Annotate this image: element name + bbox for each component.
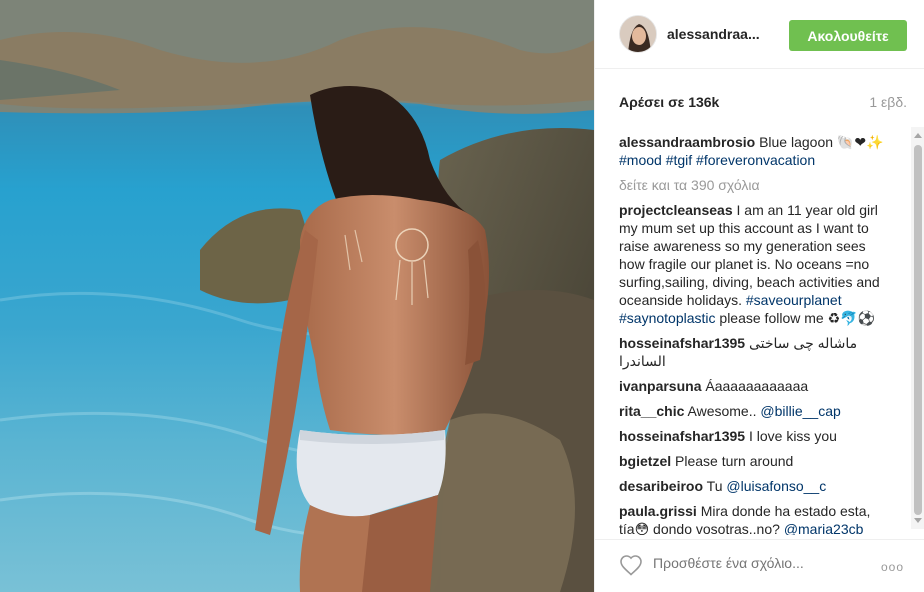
comment-username[interactable]: hosseinafshar1395 (619, 428, 745, 444)
comment-username[interactable]: ivanparsuna (619, 378, 701, 394)
comment-tail: please follow me ♻🐬⚽ (719, 310, 875, 326)
comment-text: I love kiss you (748, 428, 837, 444)
list-item: desaribeiroo Tu @luisafonso__c (619, 477, 889, 495)
comment-text: Áaaaaaaaaaaaa (705, 378, 809, 394)
likes-row: Αρέσει σε 136k 1 εβδ. (619, 94, 907, 114)
comment-text: Awesome.. (687, 403, 757, 419)
follow-button[interactable]: Ακολουθείτε (789, 20, 907, 51)
list-item: hosseinafshar1395 ماشاله چی ساختی الساند… (619, 334, 889, 370)
list-item: rita__chic Awesome.. @billie__cap (619, 402, 889, 420)
comment-username[interactable]: hosseinafshar1395 (619, 335, 745, 351)
scroll-down-arrow-icon[interactable] (914, 518, 922, 523)
scroll-up-arrow-icon[interactable] (914, 133, 922, 138)
caption-text: Blue lagoon 🐚❤✨ (759, 134, 884, 150)
post-details-panel: alessandraa... Ακολουθείτε Αρέσει σε 136… (594, 0, 924, 592)
comment-link[interactable]: @maria23cb (784, 521, 864, 535)
comment-link[interactable]: @luisafonso__c (726, 478, 826, 494)
view-all-comments-link[interactable]: δείτε και τα 390 σχόλια (619, 176, 889, 194)
comment-username[interactable]: projectcleanseas (619, 202, 733, 218)
list-item: projectcleanseas I am an 11 year old gir… (619, 201, 889, 327)
comment-username[interactable]: paula.grissi (619, 503, 697, 519)
caption-hashtags[interactable]: #mood #tgif #foreveronvacation (619, 152, 815, 168)
post-time[interactable]: 1 εβδ. (869, 94, 907, 110)
avatar[interactable] (619, 15, 657, 53)
add-comment-input[interactable] (653, 555, 853, 571)
list-item: paula.grissi Mira donde ha estado esta, … (619, 502, 889, 535)
comment-username[interactable]: desaribeiroo (619, 478, 703, 494)
comment-text: Tu (706, 478, 723, 494)
comment-link[interactable]: @billie__cap (760, 403, 840, 419)
comment-text: Please turn around (675, 453, 794, 469)
list-item: ivanparsuna Áaaaaaaaaaaaa (619, 377, 889, 395)
caption-username[interactable]: alessandraambrosio (619, 134, 755, 150)
list-item: bgietzel Please turn around (619, 452, 889, 470)
more-options-icon[interactable]: ooo (881, 560, 904, 574)
post-header: alessandraa... Ακολουθείτε (595, 0, 924, 69)
likes-count[interactable]: Αρέσει σε 136k (619, 94, 719, 110)
heart-icon[interactable] (619, 554, 643, 576)
scrollbar-thumb[interactable] (914, 145, 922, 515)
photo-illustration (0, 0, 594, 592)
comment-footer: ooo (595, 539, 924, 592)
comment-username[interactable]: rita__chic (619, 403, 684, 419)
post-photo[interactable] (0, 0, 594, 592)
comments-list: alessandraambrosio Blue lagoon 🐚❤✨ #mood… (619, 133, 889, 535)
caption: alessandraambrosio Blue lagoon 🐚❤✨ #mood… (619, 133, 889, 169)
avatar-image (620, 16, 656, 52)
username[interactable]: alessandraa... (667, 26, 760, 42)
list-item: hosseinafshar1395 I love kiss you (619, 427, 889, 445)
comments-scrollbar[interactable] (911, 127, 924, 529)
comment-username[interactable]: bgietzel (619, 453, 671, 469)
